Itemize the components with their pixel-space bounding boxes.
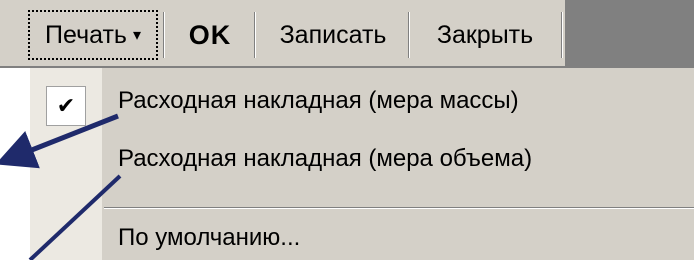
menu-item-volume-invoice[interactable]: Расходная накладная (мера объема) (118, 145, 532, 173)
menu-item-mass-invoice[interactable]: Расходная накладная (мера массы) (118, 87, 519, 115)
toolbar-separator (561, 12, 563, 58)
ok-button-label: OK (188, 19, 232, 50)
close-button-label: Закрыть (436, 20, 534, 49)
print-button-label: Печать (45, 20, 127, 49)
toolbar-separator (163, 12, 165, 58)
menu-divider (104, 207, 694, 209)
print-dropdown-button[interactable]: Печать ▾ (28, 10, 158, 60)
close-button[interactable]: Закрыть (410, 10, 560, 60)
save-button-label: Записать (279, 20, 387, 49)
dropdown-arrow-icon: ▾ (132, 27, 141, 44)
menu-item-default[interactable]: По умолчанию... (118, 224, 300, 252)
ok-button[interactable]: OK (170, 10, 250, 60)
save-button[interactable]: Записать (258, 10, 408, 60)
toolbar-separator (254, 12, 256, 58)
checkmark-icon: ✔ (46, 86, 86, 126)
toolbar-empty-area (565, 0, 694, 68)
